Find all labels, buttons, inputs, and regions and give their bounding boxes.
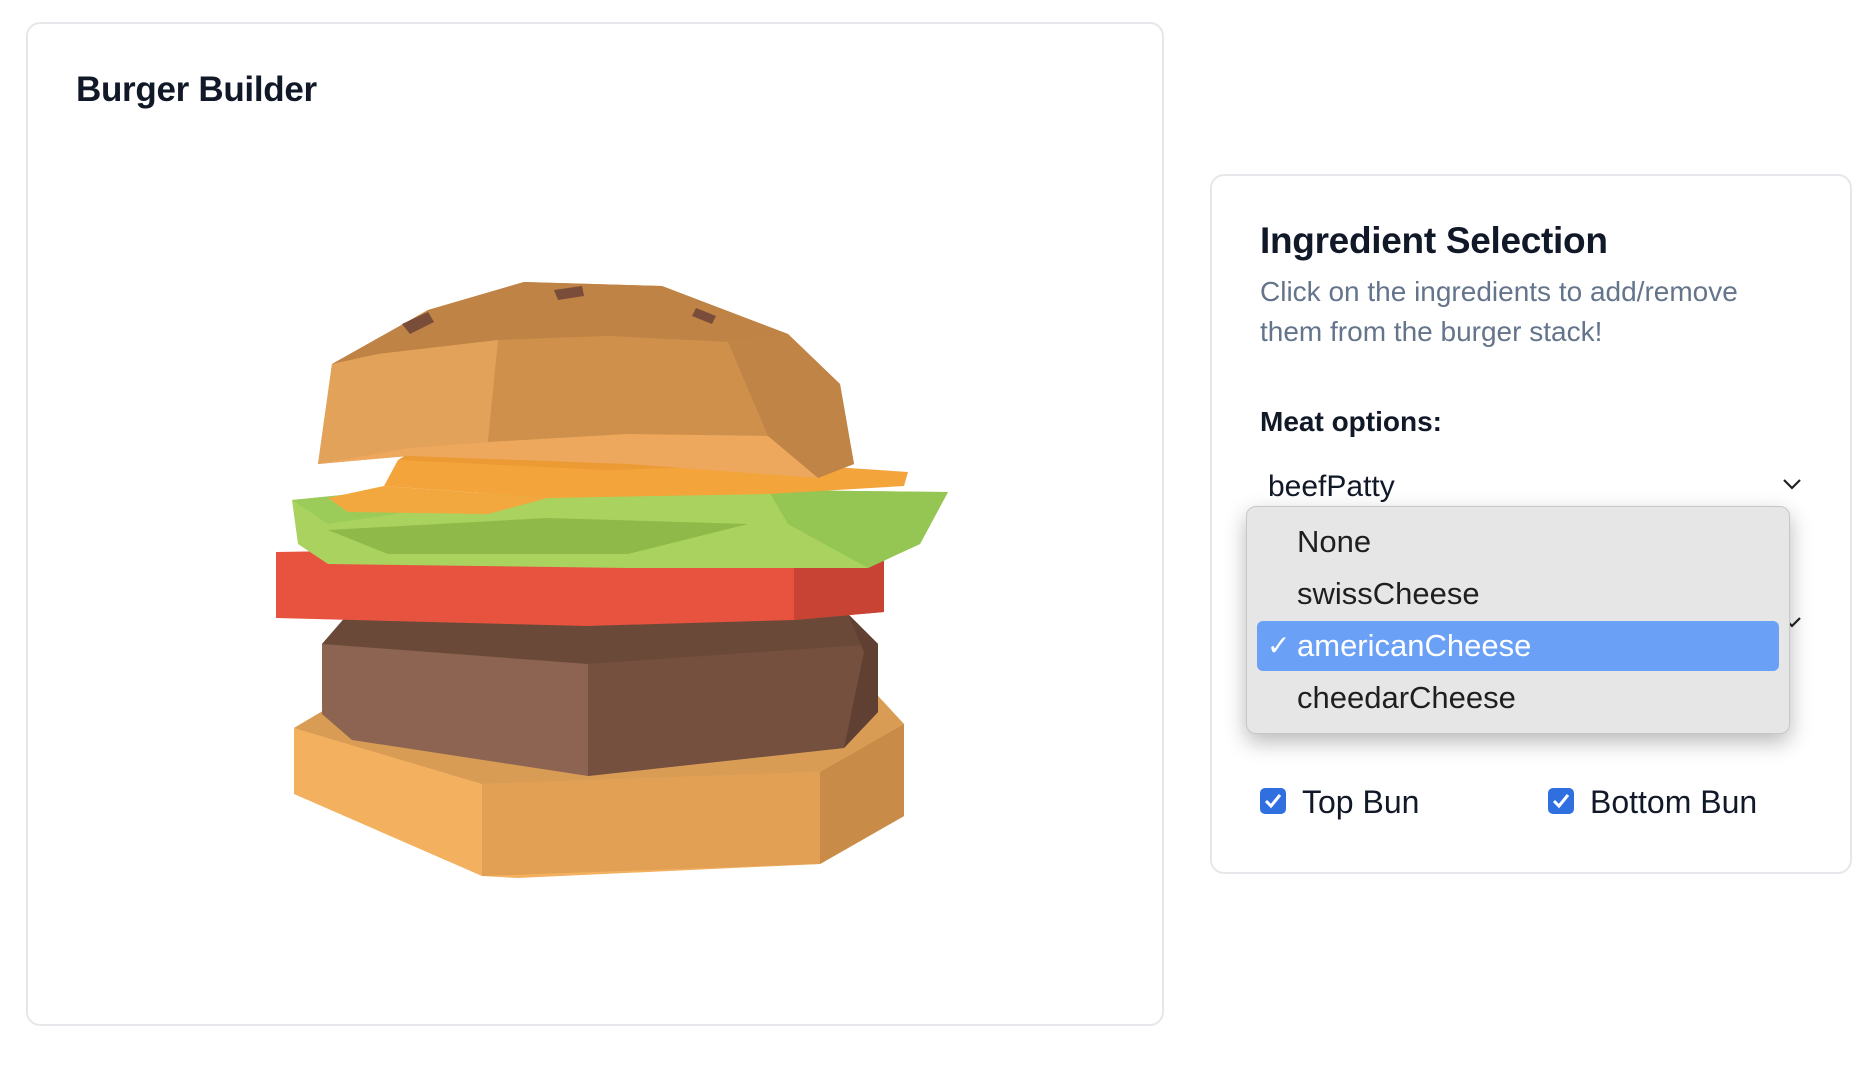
ingredient-selection-description: Click on the ingredients to add/remove t… [1260, 276, 1738, 347]
checkmark-icon: ✓ [1267, 630, 1291, 661]
checkbox-checked-icon[interactable] [1260, 788, 1286, 814]
top-bun-label: Top Bun [1302, 784, 1420, 820]
top-bun-checkbox[interactable]: Top Bun [1260, 780, 1460, 824]
option-label: americanCheese [1297, 628, 1532, 663]
ingredient-selection-title: Ingredient Selection [1260, 220, 1608, 261]
dropdown-option-none[interactable]: None [1257, 517, 1779, 567]
dropdown-option-swiss-cheese[interactable]: swissCheese [1257, 569, 1779, 619]
option-label: swissCheese [1297, 576, 1480, 611]
meat-select-value: beefPatty [1268, 470, 1395, 503]
bottom-bun-checkbox[interactable]: Bottom Bun [1548, 780, 1788, 824]
burger-3d-view[interactable] [28, 24, 1166, 1028]
checkbox-checked-icon[interactable] [1548, 788, 1574, 814]
chevron-down-icon [1783, 479, 1801, 490]
option-label: cheedarCheese [1297, 680, 1516, 715]
meat-options-label: Meat options: [1260, 406, 1442, 437]
option-label: None [1297, 524, 1372, 559]
burger-builder-card: Burger Builder [26, 22, 1164, 1026]
dropdown-option-cheddar-cheese[interactable]: cheedarCheese [1257, 673, 1779, 723]
bottom-bun-label: Bottom Bun [1590, 784, 1758, 820]
cheese-options-dropdown[interactable]: None swissCheese ✓ americanCheese cheeda… [1246, 506, 1790, 734]
top-bun-layer [318, 282, 854, 478]
dropdown-option-american-cheese[interactable]: ✓ americanCheese [1257, 621, 1779, 671]
